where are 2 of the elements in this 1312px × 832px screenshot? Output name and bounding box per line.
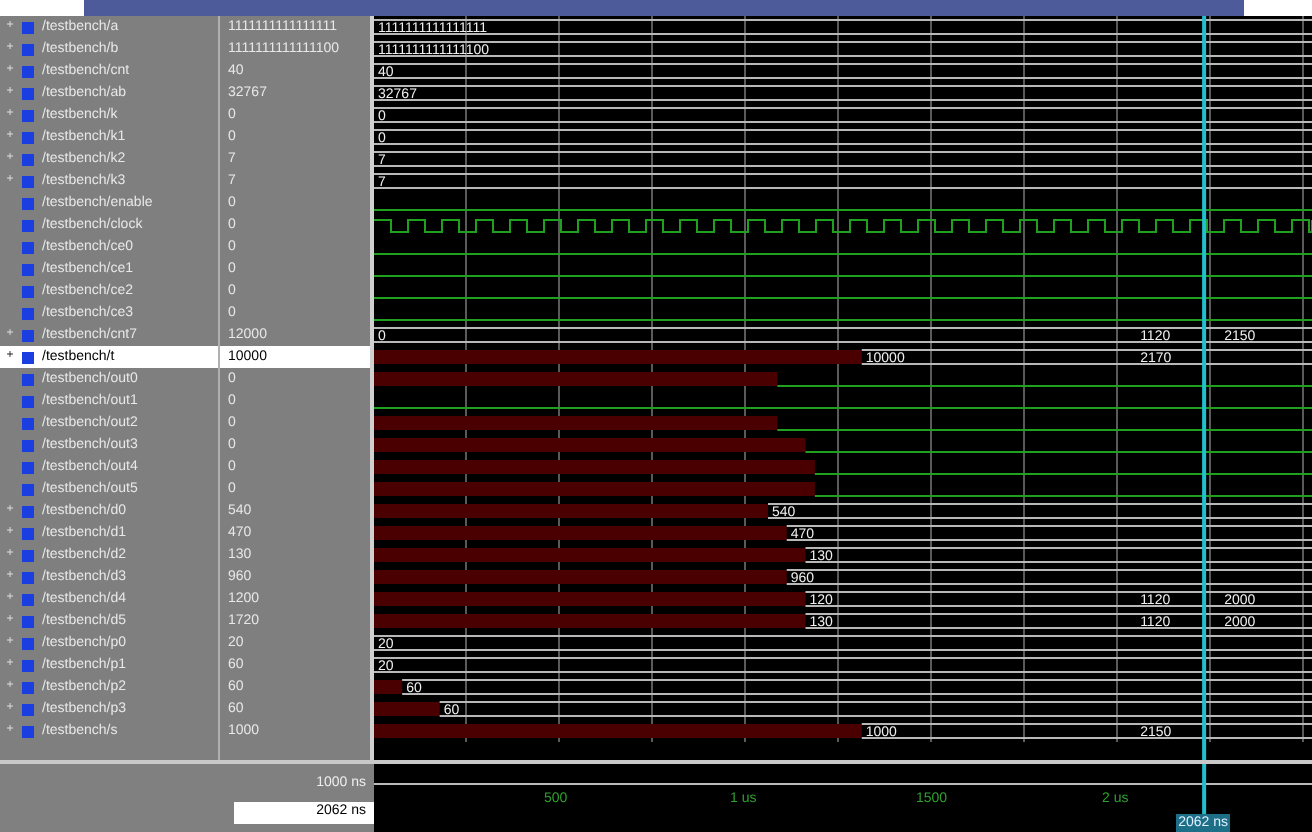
cursor-line[interactable] (1202, 16, 1207, 760)
cursor-line[interactable] (1202, 764, 1207, 816)
